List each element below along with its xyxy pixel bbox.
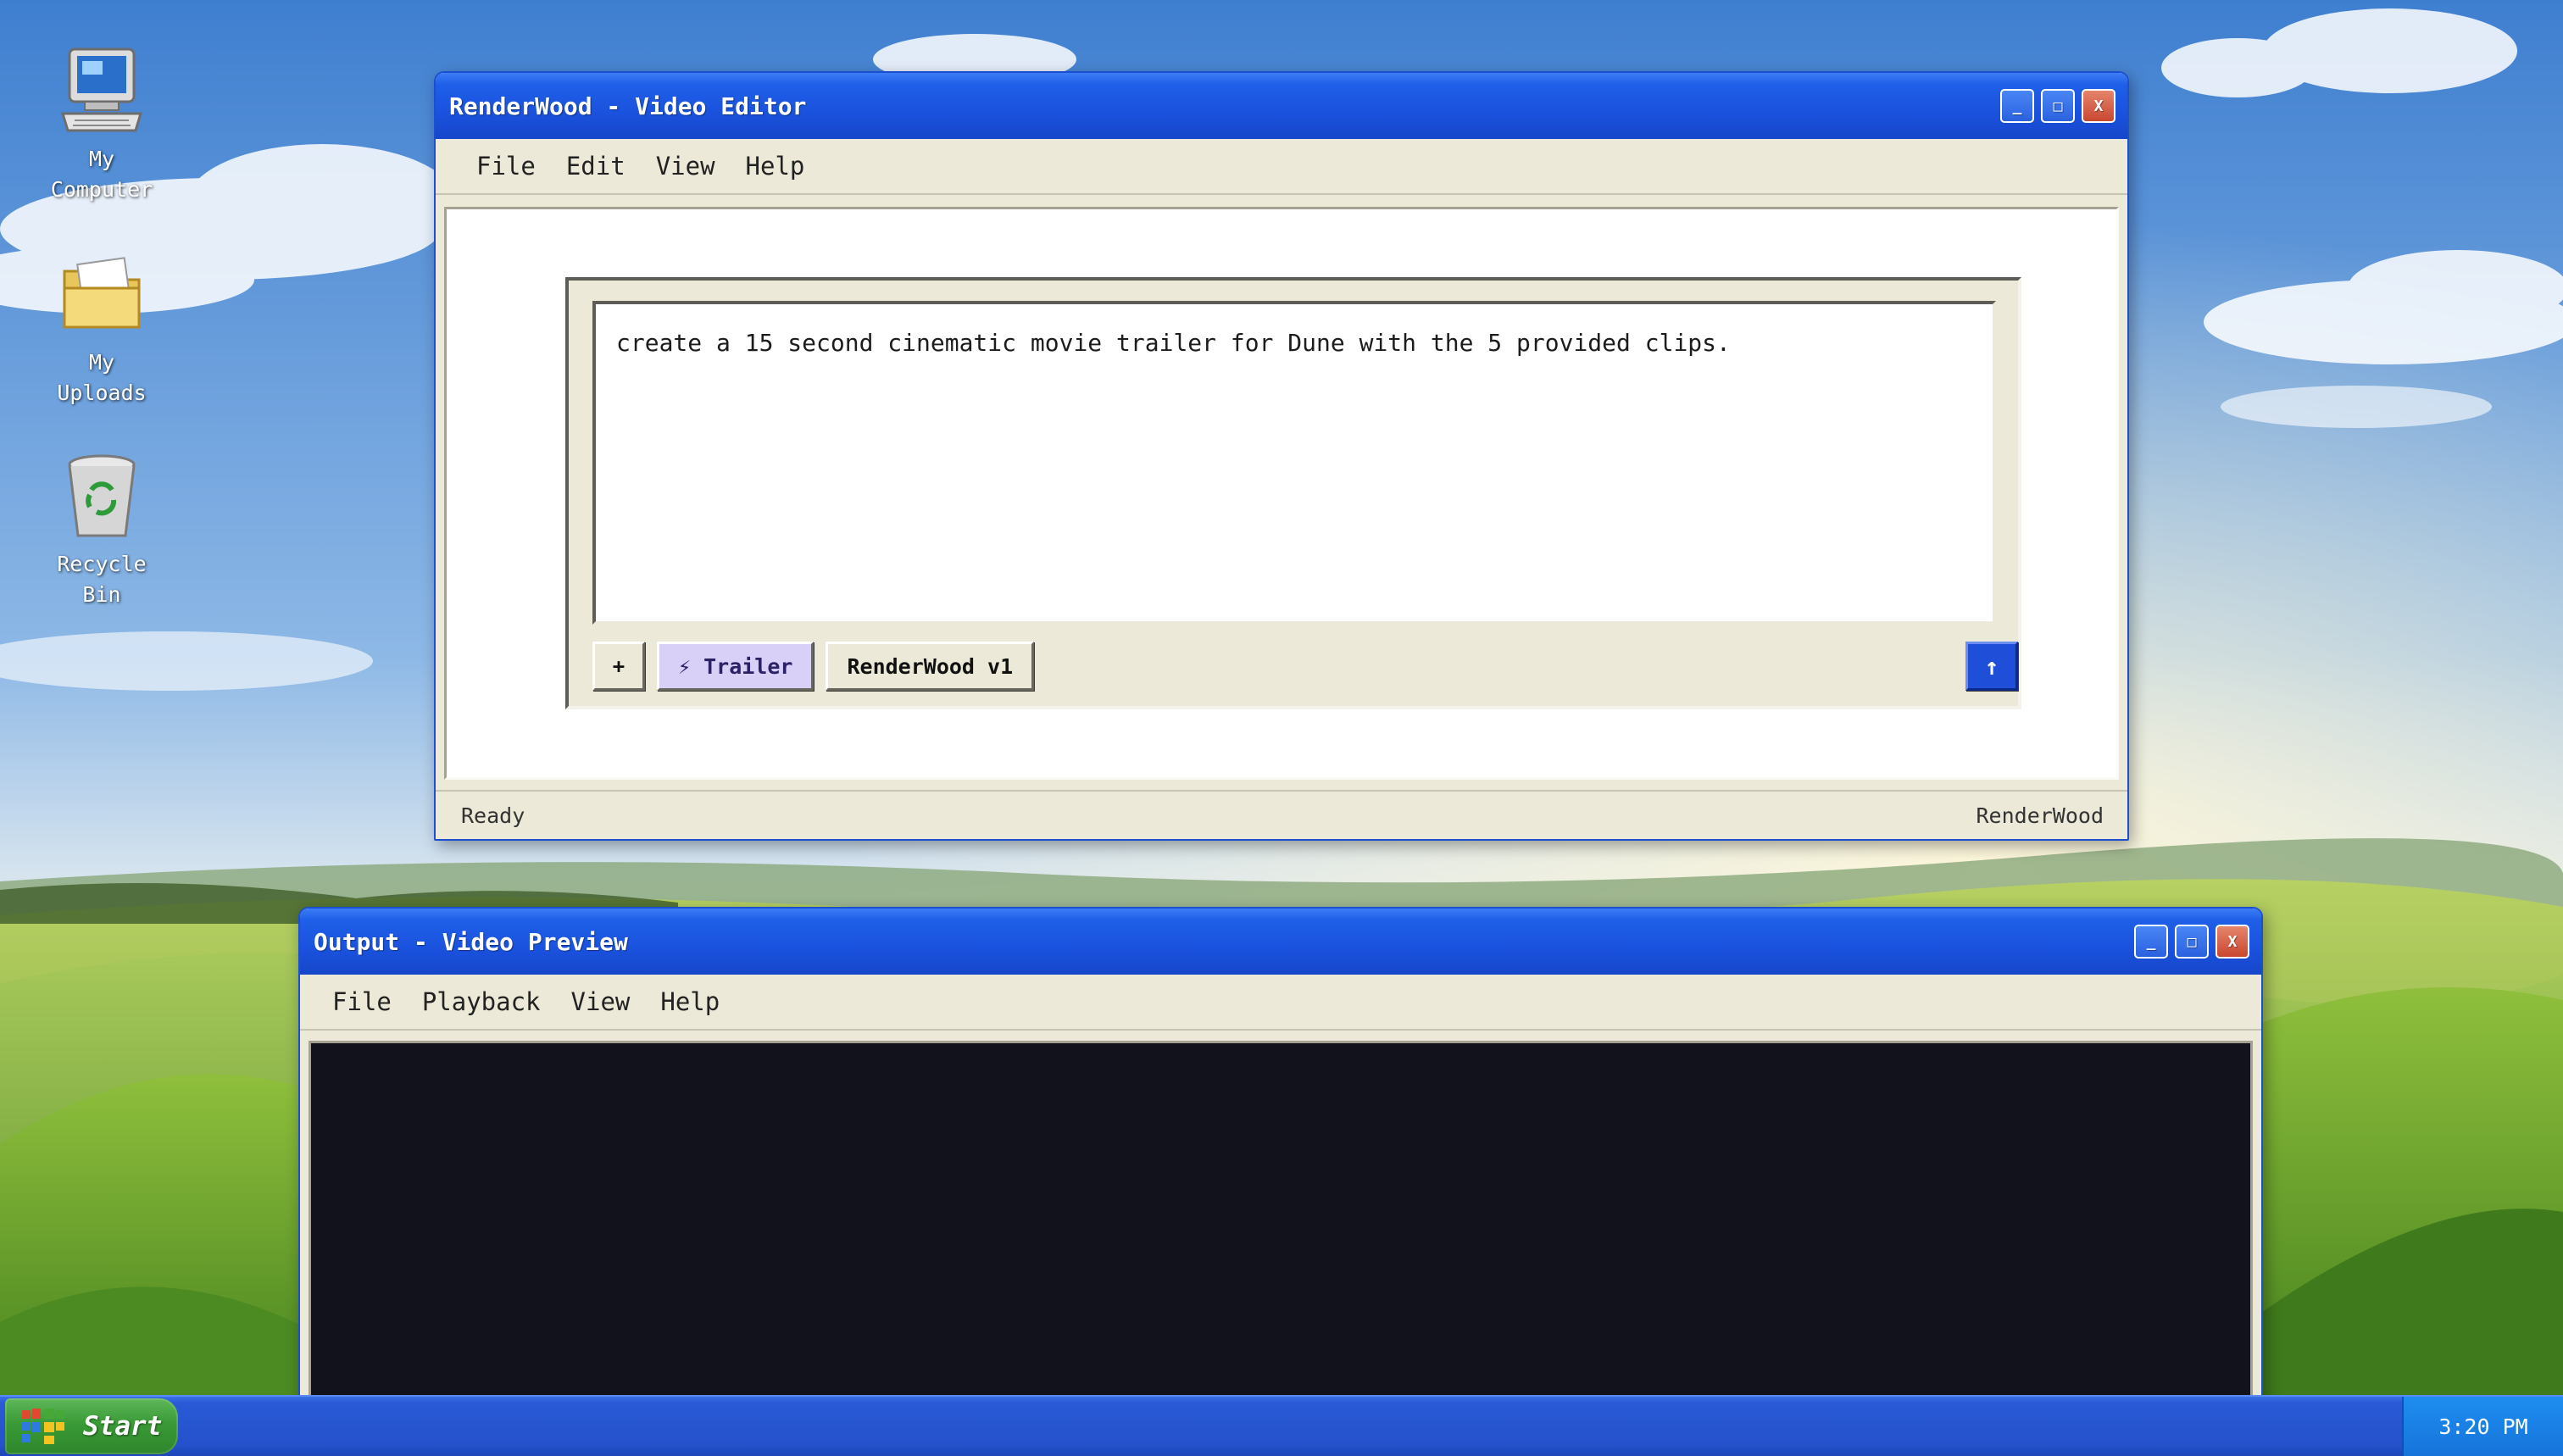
- preview-menubar: File Playback View Help: [300, 975, 2261, 1031]
- preview-titlebar[interactable]: Output - Video Preview _ □ X: [300, 909, 2261, 975]
- editor-window[interactable]: RenderWood - Video Editor _ □ X File Edi…: [434, 71, 2129, 841]
- desktop-icon-label: My: [88, 147, 115, 171]
- maximize-button[interactable]: □: [2041, 89, 2075, 123]
- recycle-bin-icon: [68, 454, 136, 537]
- desktop-icon-my-computer[interactable]: My Computer: [34, 42, 170, 205]
- add-attachment-button[interactable]: +: [592, 642, 645, 691]
- prompt-panel: create a 15 second cinematic movie trail…: [565, 277, 2021, 709]
- window-title: RenderWood - Video Editor: [449, 92, 807, 120]
- preview-window[interactable]: Output - Video Preview _ □ X File Playba…: [298, 907, 2263, 1456]
- minimize-button[interactable]: _: [2134, 925, 2168, 959]
- desktop-icon-label: Recycle: [57, 552, 147, 576]
- status-app-name: RenderWood: [1976, 803, 2104, 828]
- status-text: Ready: [461, 803, 525, 828]
- desktop-icon-label: My: [88, 350, 115, 375]
- computer-icon: [60, 47, 143, 132]
- menu-view[interactable]: View: [556, 974, 646, 1030]
- prompt-textarea[interactable]: create a 15 second cinematic movie trail…: [592, 301, 1996, 625]
- prompt-toolbar: + ⚡ Trailer RenderWood v1 ↑: [592, 642, 2018, 691]
- windows-flag-icon: [22, 1409, 64, 1444]
- editor-content: create a 15 second cinematic movie trail…: [444, 207, 2119, 780]
- desktop-icon-label: Uploads: [57, 381, 147, 405]
- window-title: Output - Video Preview: [314, 927, 628, 956]
- trailer-mode-button[interactable]: ⚡ Trailer: [657, 642, 814, 691]
- desktop-icon-label: Computer: [50, 177, 153, 202]
- menu-playback[interactable]: Playback: [407, 974, 556, 1030]
- menu-edit[interactable]: Edit: [551, 138, 641, 194]
- menu-view[interactable]: View: [641, 138, 731, 194]
- folder-icon: [63, 257, 141, 329]
- model-select-button[interactable]: RenderWood v1: [826, 642, 1035, 691]
- menu-help[interactable]: Help: [645, 974, 735, 1030]
- editor-statusbar: Ready RenderWood: [436, 790, 2127, 839]
- menu-file[interactable]: File: [317, 974, 407, 1030]
- start-label: Start: [83, 1411, 163, 1442]
- desktop-icon-my-uploads[interactable]: My Uploads: [34, 246, 170, 408]
- clock[interactable]: 3:20 PM: [2438, 1414, 2527, 1439]
- taskbar: Start 3:20 PM: [0, 1395, 2563, 1456]
- minimize-button[interactable]: _: [2000, 89, 2034, 123]
- menu-file[interactable]: File: [461, 138, 551, 194]
- editor-titlebar[interactable]: RenderWood - Video Editor _ □ X: [436, 73, 2127, 139]
- desktop-icon-recycle-bin[interactable]: Recycle Bin: [34, 447, 170, 610]
- close-button[interactable]: X: [2082, 89, 2115, 123]
- maximize-button[interactable]: □: [2175, 925, 2209, 959]
- menu-help[interactable]: Help: [731, 138, 820, 194]
- editor-menubar: File Edit View Help: [436, 139, 2127, 195]
- send-button[interactable]: ↑: [1965, 642, 2018, 691]
- desktop-icon-label: Bin: [82, 582, 121, 607]
- system-tray: 3:20 PM: [2402, 1397, 2563, 1456]
- close-button[interactable]: X: [2216, 925, 2249, 959]
- video-preview-area[interactable]: [309, 1041, 2253, 1456]
- start-button[interactable]: Start: [5, 1398, 178, 1454]
